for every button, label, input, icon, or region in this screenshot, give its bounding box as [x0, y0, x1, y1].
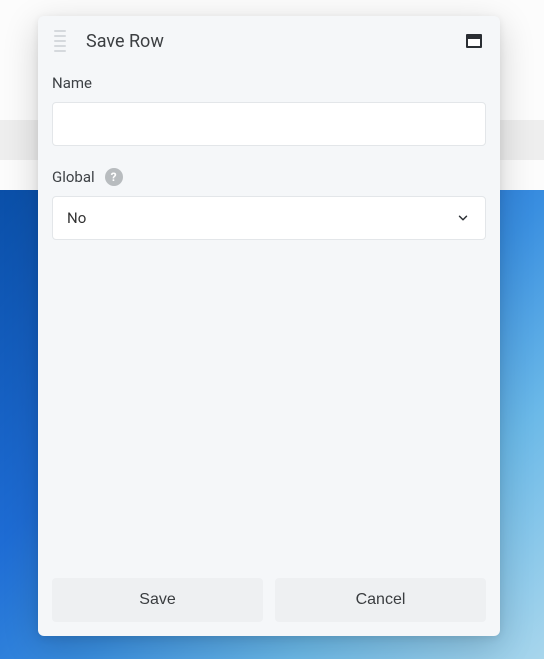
save-button[interactable]: Save: [52, 578, 263, 622]
drag-handle-icon[interactable]: [54, 30, 70, 52]
global-select-value: No: [67, 209, 86, 227]
modal-body: Name Global ? No: [38, 62, 500, 578]
global-select[interactable]: No: [52, 196, 486, 240]
global-label: Global: [52, 168, 95, 186]
global-field: Global ? No: [52, 168, 486, 240]
help-icon[interactable]: ?: [105, 168, 123, 186]
modal-footer: Save Cancel: [38, 578, 500, 636]
cancel-button[interactable]: Cancel: [275, 578, 486, 622]
name-field: Name: [52, 74, 486, 146]
modal-header: Save Row: [38, 16, 500, 62]
name-label: Name: [52, 74, 92, 92]
expand-window-icon[interactable]: [466, 34, 482, 48]
name-input[interactable]: [52, 102, 486, 146]
modal-title: Save Row: [86, 31, 164, 52]
save-row-modal: Save Row Name Global ? No: [38, 16, 500, 636]
